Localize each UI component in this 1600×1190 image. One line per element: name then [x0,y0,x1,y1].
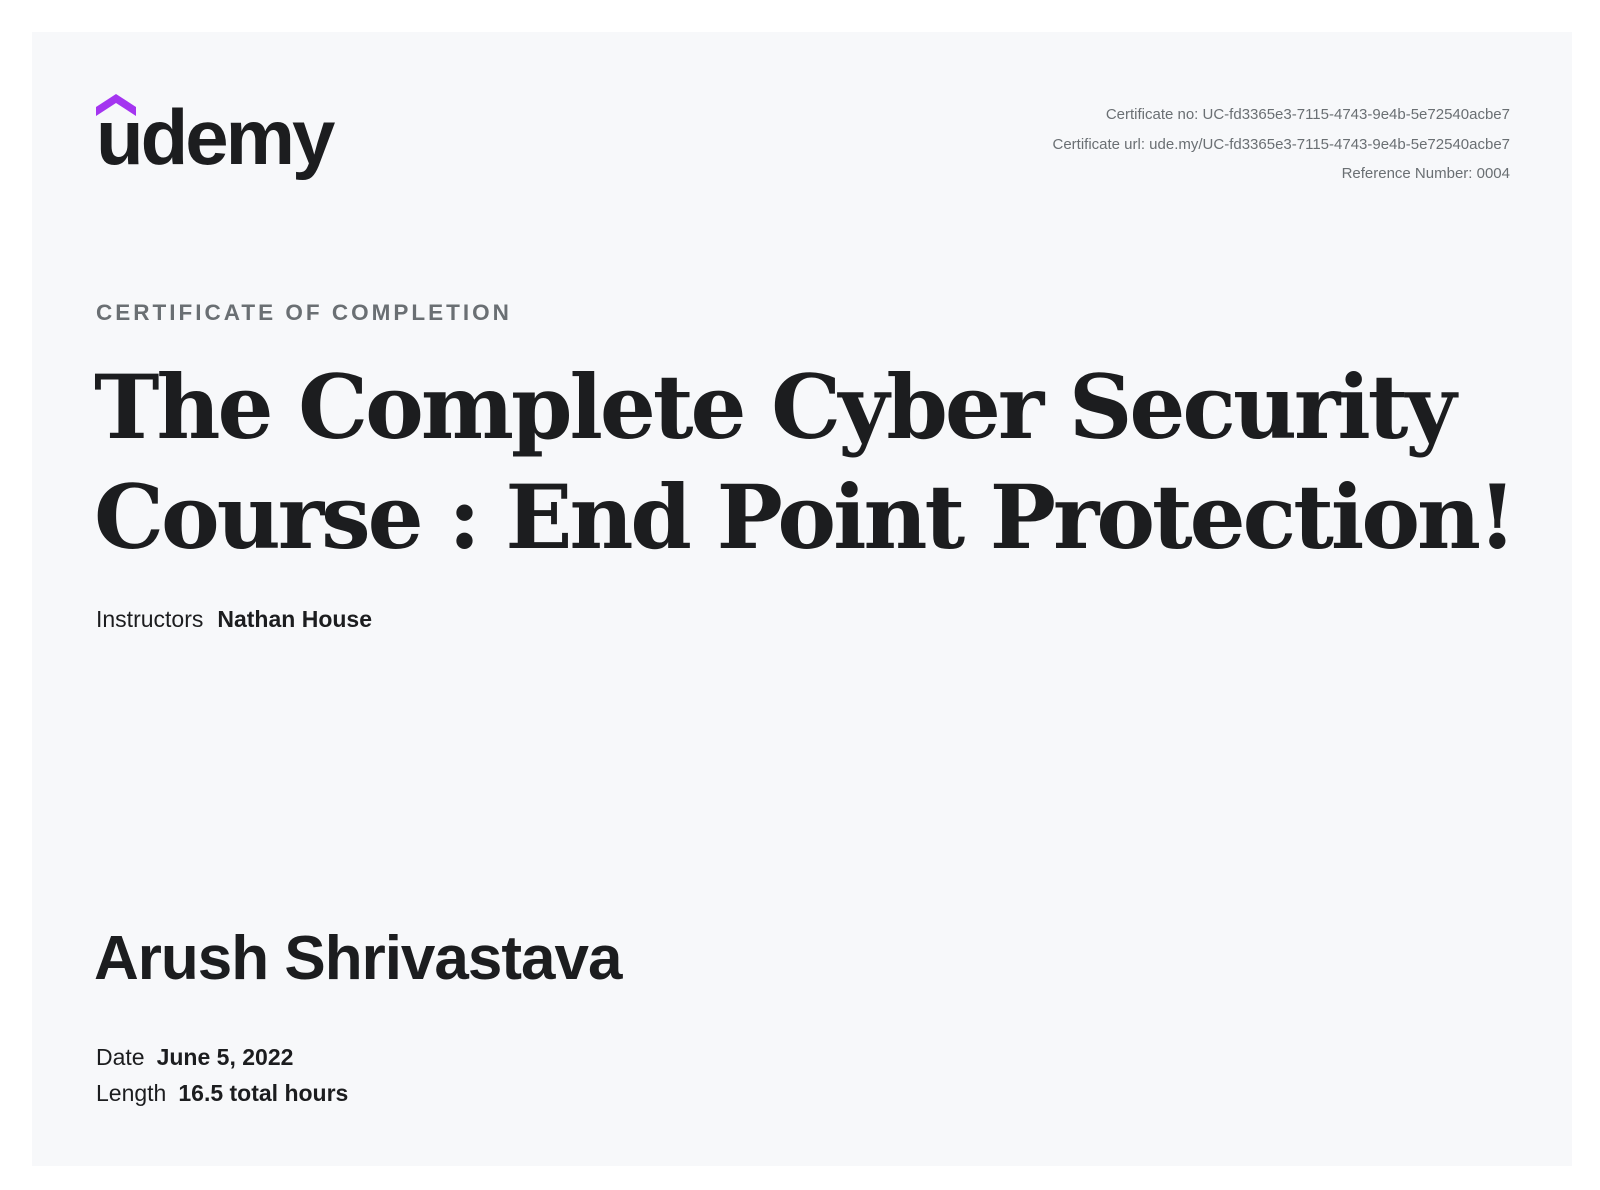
length-value: 16.5 total hours [178,1080,349,1106]
logo-wordmark: udemy [96,93,335,181]
certificate-meta: Certificate no: UC-fd3365e3-7115-4743-9e… [1052,100,1510,189]
date-label: Date [96,1044,145,1070]
udemy-logo: udemy [96,94,356,194]
instructors-label: Instructors [96,606,204,632]
date-value: June 5, 2022 [156,1044,294,1070]
certificate-label: CERTIFICATE OF COMPLETION [96,300,512,325]
certificate-card: udemy Certificate no: UC-fd3365e3-7115-4… [32,32,1572,1166]
certificate-number: Certificate no: UC-fd3365e3-7115-4743-9e… [1105,106,1510,123]
date-line: Date June 5, 2022 [96,1044,293,1071]
length-label: Length [96,1080,167,1106]
instructors-line: Instructors Nathan House [96,606,372,633]
instructor-name: Nathan House [217,606,373,632]
length-line: Length 16.5 total hours [96,1080,348,1107]
reference-number: Reference Number: 0004 [1341,165,1510,182]
course-title: The Complete Cyber Security Course : End… [94,355,1517,569]
certificate-url: Certificate url: ude.my/UC-fd3365e3-7115… [1052,135,1510,153]
recipient-name: Arush Shrivastava [94,924,622,993]
